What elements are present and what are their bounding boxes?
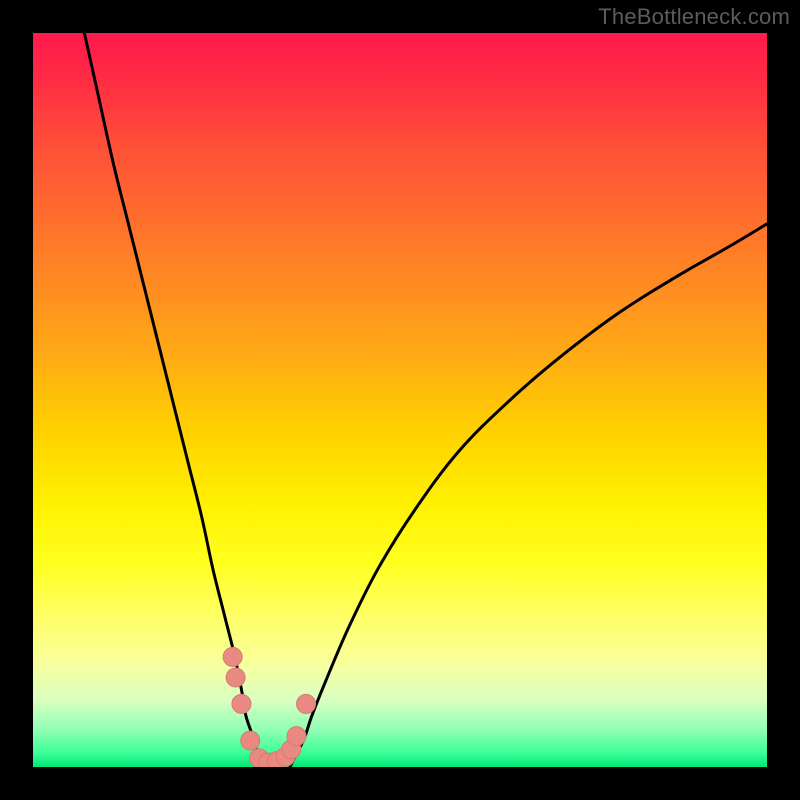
- data-marker: [241, 731, 260, 750]
- data-marker: [232, 694, 251, 713]
- data-marker: [287, 727, 306, 746]
- data-marker: [226, 668, 245, 687]
- data-marker: [297, 694, 316, 713]
- chart-frame: TheBottleneck.com: [0, 0, 800, 800]
- curve-right-branch: [290, 224, 767, 767]
- marker-group: [223, 647, 315, 767]
- plot-area: [33, 33, 767, 767]
- watermark-text: TheBottleneck.com: [598, 4, 790, 30]
- data-marker: [223, 647, 242, 666]
- curve-group: [84, 33, 767, 767]
- bottleneck-curve-layer: [33, 33, 767, 767]
